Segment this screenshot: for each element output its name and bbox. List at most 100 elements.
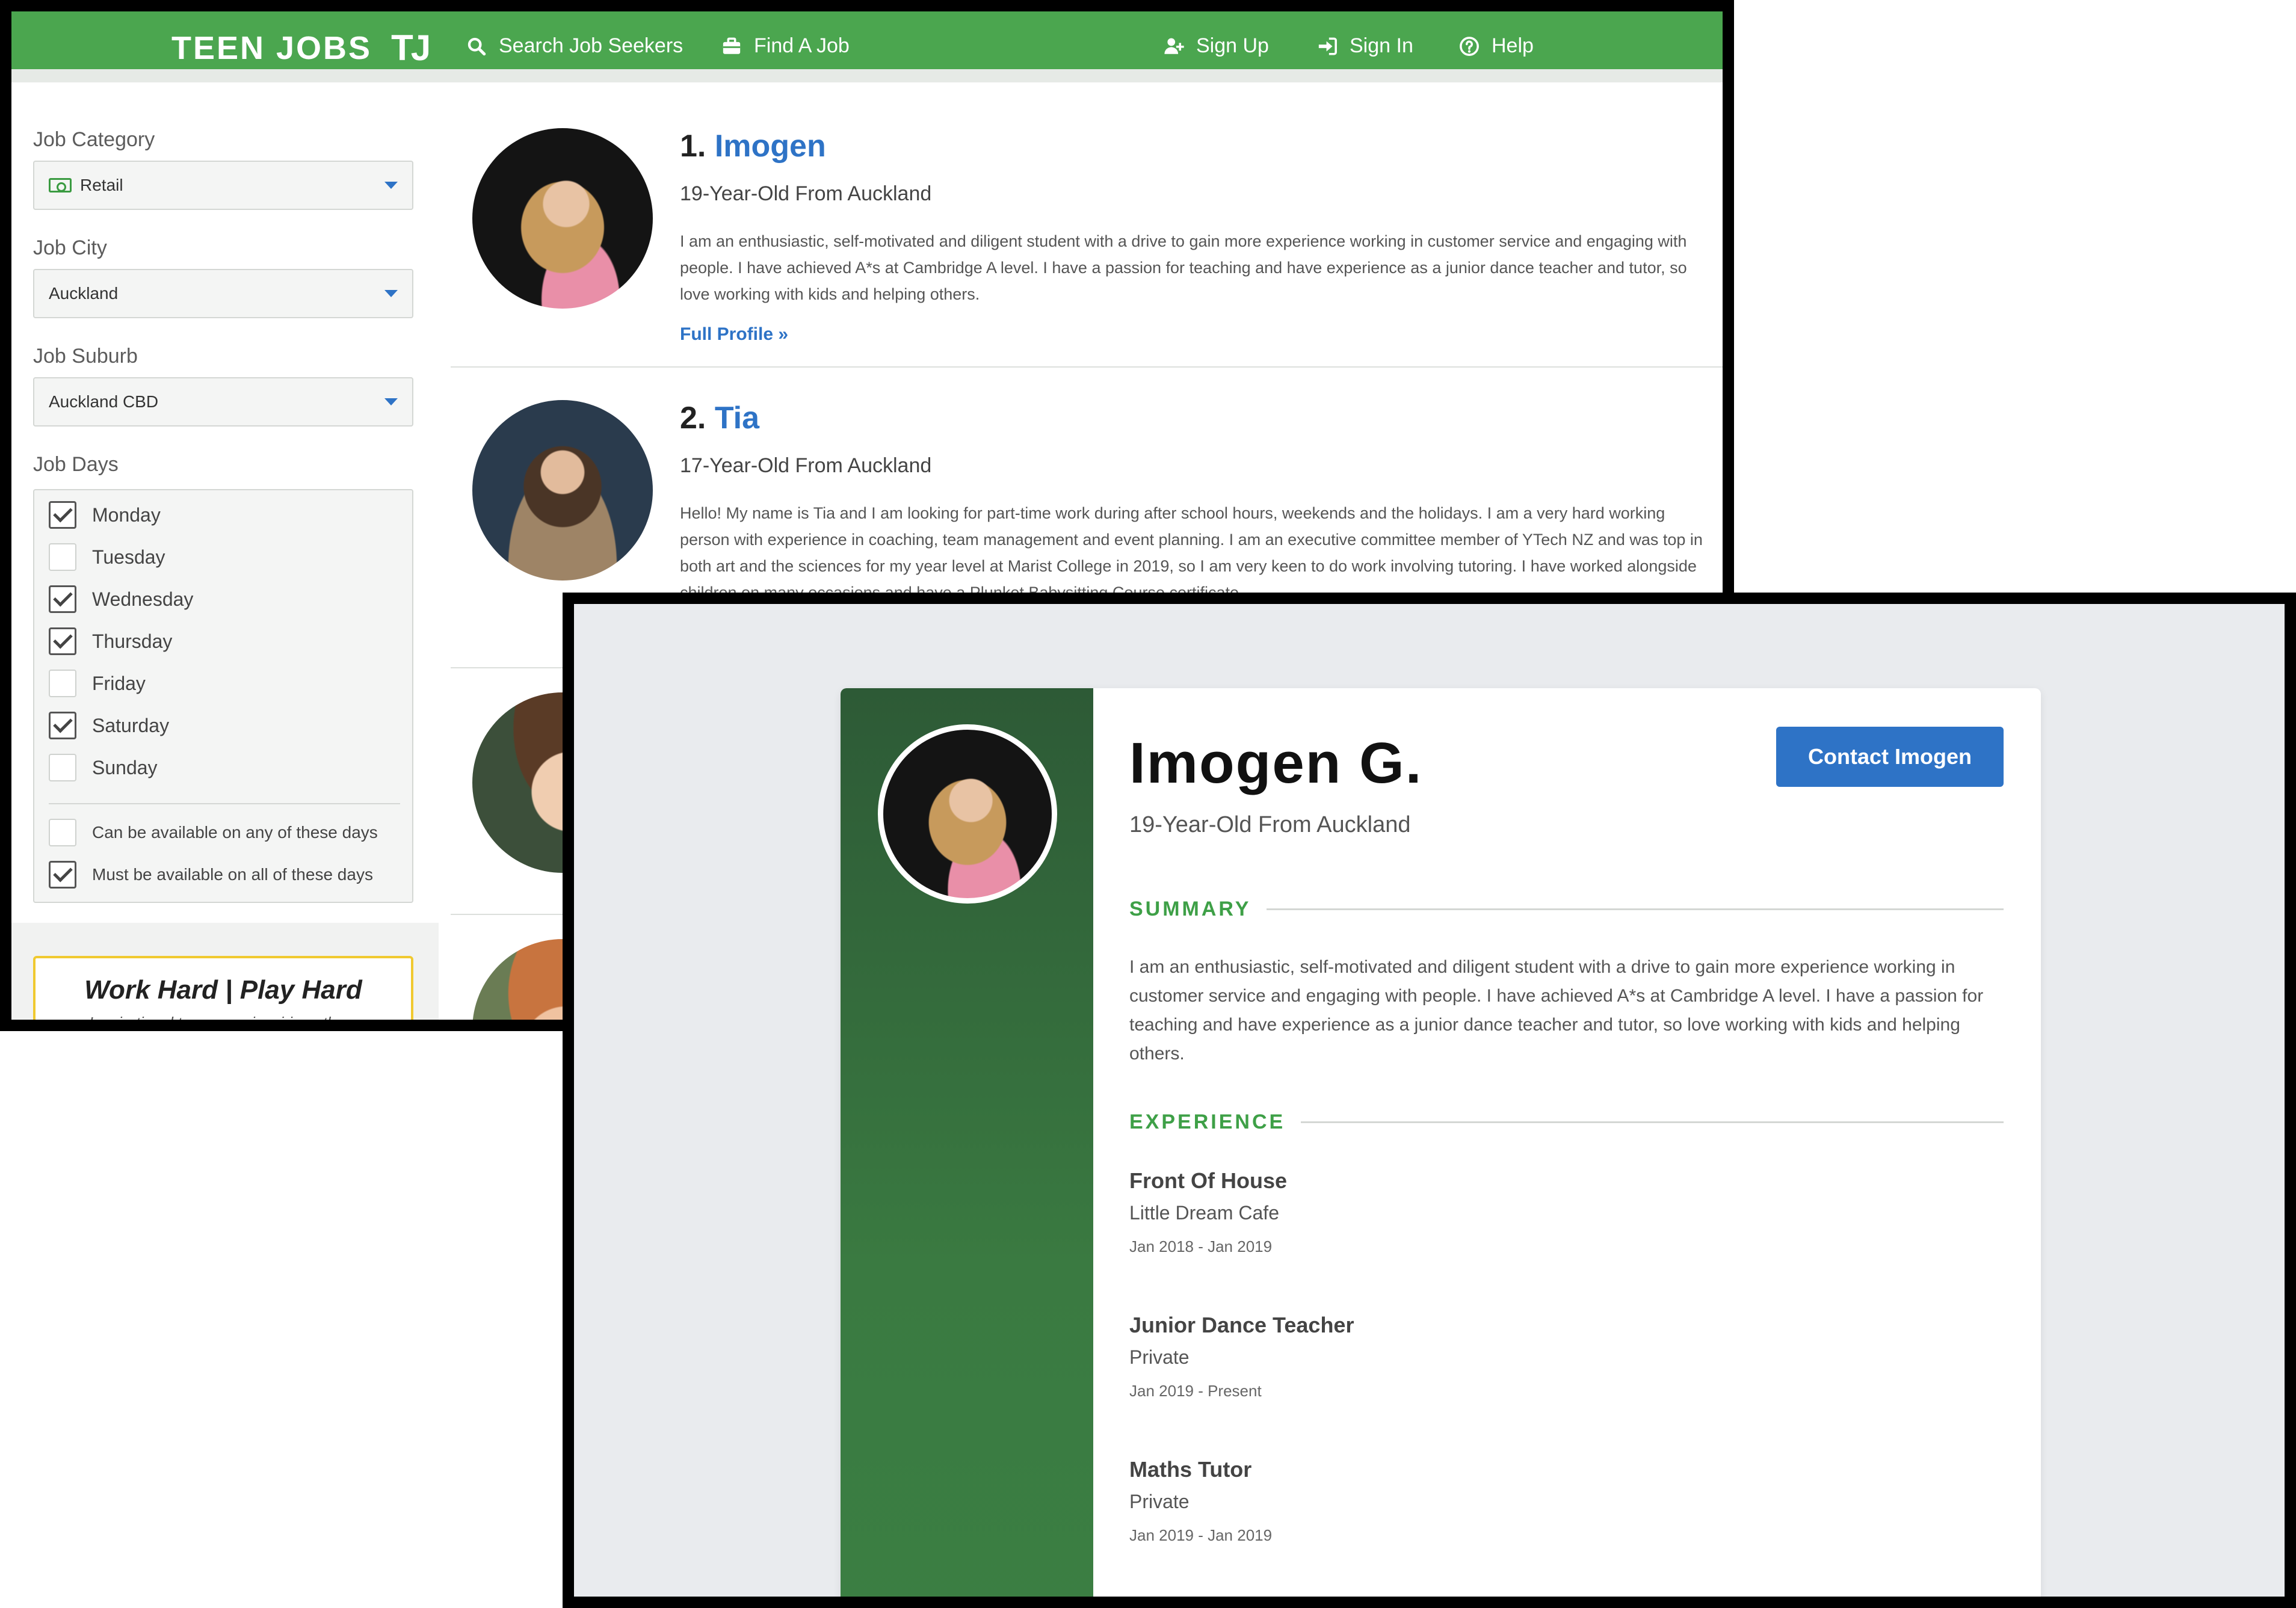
select-value: Auckland CBD <box>49 392 159 411</box>
briefcase-icon <box>723 37 741 54</box>
result-number: 2. <box>680 401 706 436</box>
checkbox-checked[interactable] <box>49 501 76 529</box>
result-item: 1. Imogen 19-Year-Old From Auckland I am… <box>451 96 1723 368</box>
job-category-label: Job Category <box>33 128 155 151</box>
nav-label: Help <box>1492 34 1534 57</box>
day-label: Friday <box>92 672 146 694</box>
question-circle-icon <box>1460 36 1479 56</box>
job-city-label: Job City <box>33 236 107 259</box>
all-days-option[interactable]: Must be available on all of these days <box>49 861 373 889</box>
full-profile-link[interactable]: Full Profile » <box>680 324 788 345</box>
job-dates: Jan 2019 - Jan 2019 <box>1129 1526 1273 1544</box>
day-sunday[interactable]: Sunday <box>49 754 158 781</box>
result-number: 1. <box>680 129 706 164</box>
nav-find-a-job[interactable]: Find A Job <box>721 34 850 58</box>
logo-mark: TJ <box>391 28 431 68</box>
profile-subtitle: 19-Year-Old From Auckland <box>1129 812 1411 837</box>
job-dates: Jan 2019 - Present <box>1129 1382 1262 1400</box>
day-label: Saturday <box>92 714 170 736</box>
job-dates: Jan 2018 - Jan 2019 <box>1129 1237 1273 1255</box>
job-days-box: Monday Tuesday Wednesday Thursday Friday… <box>33 489 413 903</box>
job-company: Private <box>1129 1491 1190 1512</box>
checkbox-unchecked[interactable] <box>49 543 76 571</box>
nav-label: Find A Job <box>754 34 850 57</box>
sign-in-icon <box>1318 37 1337 55</box>
option-label: Can be available on any of these days <box>92 823 378 842</box>
select-value: Auckland <box>49 284 119 303</box>
caret-down-icon <box>384 398 398 405</box>
nav-sign-up[interactable]: Sign Up <box>1164 34 1269 58</box>
result-name-link[interactable]: Tia <box>715 401 759 436</box>
profile-window: Imogen G. 19-Year-Old From Auckland Cont… <box>563 593 2296 1608</box>
summary-text: I am an enthusiastic, self-motivated and… <box>1129 957 1984 1064</box>
experience-item: Junior Dance Teacher Private Jan 2019 - … <box>1129 1313 1354 1400</box>
job-suburb-label: Job Suburb <box>33 345 138 368</box>
nav-sign-in[interactable]: Sign In <box>1317 34 1413 58</box>
day-monday[interactable]: Monday <box>49 501 161 529</box>
experience-heading: EXPERIENCE <box>1129 1111 2004 1134</box>
day-wednesday[interactable]: Wednesday <box>49 585 193 613</box>
summary-heading: SUMMARY <box>1129 898 2004 921</box>
result-bio: I am an enthusiastic, self-motivated and… <box>680 232 1687 303</box>
avatar[interactable] <box>472 400 653 581</box>
filter-sidebar: Job Category Retail Job City Auckland Jo… <box>11 96 439 1031</box>
job-title: Maths Tutor <box>1129 1457 1252 1482</box>
section-title: SUMMARY <box>1129 898 1251 920</box>
job-company: Private <box>1129 1346 1190 1368</box>
caret-down-icon <box>384 182 398 189</box>
checkbox-unchecked[interactable] <box>49 670 76 697</box>
checkbox-unchecked[interactable] <box>49 819 76 846</box>
nav-label: Sign Up <box>1196 34 1269 57</box>
job-title: Front Of House <box>1129 1168 1287 1193</box>
experience-item: Maths Tutor Private Jan 2019 - Jan 2019 <box>1129 1457 1272 1545</box>
checkbox-unchecked[interactable] <box>49 754 76 781</box>
day-tuesday[interactable]: Tuesday <box>49 543 165 571</box>
experience-item: Front Of House Little Dream Cafe Jan 201… <box>1129 1168 1287 1256</box>
divider <box>1267 908 2004 910</box>
caret-down-icon <box>384 290 398 297</box>
promo-subtitle: Inspirational teenagers inspiring others <box>88 1014 358 1031</box>
nav-search-job-seekers[interactable]: Search Job Seekers <box>466 34 683 58</box>
section-title: EXPERIENCE <box>1129 1111 1286 1133</box>
profile-avatar <box>878 724 1057 904</box>
divider <box>1301 1121 2004 1123</box>
result-name-link[interactable]: Imogen <box>715 129 826 164</box>
day-thursday[interactable]: Thursday <box>49 627 172 655</box>
result-subtitle: 19-Year-Old From Auckland <box>680 182 932 205</box>
site-logo[interactable]: TEEN JOBS TJ <box>171 27 431 69</box>
select-value: Retail <box>80 176 123 194</box>
job-category-select[interactable]: Retail <box>33 161 413 210</box>
contact-button[interactable]: Contact Imogen <box>1776 727 2004 787</box>
filter-panel: Job Category Retail Job City Auckland Jo… <box>11 96 439 923</box>
checkbox-checked[interactable] <box>49 712 76 739</box>
result-name[interactable]: 1. Imogen <box>680 128 826 164</box>
result-name[interactable]: 2. Tia <box>680 400 759 436</box>
money-icon <box>49 178 72 193</box>
nav-label: Search Job Seekers <box>499 34 684 57</box>
day-friday[interactable]: Friday <box>49 670 146 697</box>
promo-banner[interactable]: Work Hard | Play Hard Inspirational teen… <box>33 956 413 1031</box>
checkbox-checked[interactable] <box>49 585 76 613</box>
user-plus-icon <box>1164 38 1184 54</box>
job-city-select[interactable]: Auckland <box>33 269 413 318</box>
any-days-option[interactable]: Can be available on any of these days <box>49 819 378 846</box>
profile-sidebar <box>841 688 1093 1597</box>
profile-card: Imogen G. 19-Year-Old From Auckland Cont… <box>841 688 2041 1597</box>
option-label: Must be available on all of these days <box>92 865 373 884</box>
divider <box>49 803 400 804</box>
nav-help[interactable]: Help <box>1459 34 1534 58</box>
checkbox-checked[interactable] <box>49 627 76 655</box>
avatar[interactable] <box>472 128 653 309</box>
top-navbar: TEEN JOBS TJ Search Job Seekers Find A J… <box>11 11 1723 82</box>
result-subtitle: 17-Year-Old From Auckland <box>680 454 932 477</box>
checkbox-checked[interactable] <box>49 861 76 889</box>
promo-title: Work Hard | Play Hard <box>84 975 362 1005</box>
job-suburb-select[interactable]: Auckland CBD <box>33 377 413 427</box>
day-label: Sunday <box>92 756 158 778</box>
day-saturday[interactable]: Saturday <box>49 712 169 739</box>
profile-name: Imogen G. <box>1129 731 1423 795</box>
day-label: Thursday <box>92 630 173 652</box>
result-bio: Hello! My name is Tia and I am looking f… <box>680 504 1703 602</box>
logo-text: TEEN JOBS <box>171 29 372 66</box>
job-days-label: Job Days <box>33 453 119 476</box>
